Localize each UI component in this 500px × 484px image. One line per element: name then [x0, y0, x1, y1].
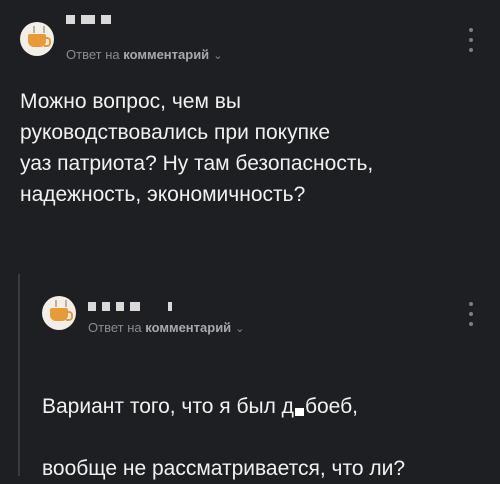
reply-text: Вариант того, что я был д боеб, вообще не… [42, 360, 482, 484]
reply-prefix: Ответ на [66, 47, 120, 62]
steam-icon [55, 300, 67, 307]
reply-text-line2: вообще не рассматривается, что ли? [42, 457, 406, 480]
reply-to-link[interactable]: Ответ на комментарий ⌄ [66, 47, 222, 62]
reply-prefix: Ответ на [88, 320, 142, 335]
reply-target: комментарий [145, 320, 232, 335]
more-vertical-icon[interactable] [466, 302, 476, 326]
avatar[interactable] [20, 22, 54, 56]
reply-text-line1-before: Вариант того, что я был д [42, 395, 294, 418]
comment-text: Можно вопрос, чем вы руководствовались п… [20, 90, 374, 206]
username-redacted[interactable] [66, 15, 111, 24]
reply-target: комментарий [123, 47, 210, 62]
reply-text-line1-after: боеб, [304, 395, 358, 418]
reply-comment-item: Ответ на комментарий ⌄ Вариант того, что … [0, 274, 500, 480]
avatar[interactable] [42, 296, 76, 330]
reply-to-link[interactable]: Ответ на комментарий ⌄ [88, 320, 244, 335]
chevron-down-icon: ⌄ [235, 323, 245, 335]
more-vertical-icon[interactable] [466, 28, 476, 52]
comment-item: Ответ на комментарий ⌄ Можно вопрос, чем … [0, 0, 500, 258]
steam-icon [33, 26, 45, 33]
coffee-cup-icon [50, 308, 73, 321]
censor-block [294, 408, 304, 416]
chevron-down-icon: ⌄ [213, 50, 223, 62]
username-redacted[interactable] [88, 302, 172, 311]
coffee-cup-icon [28, 34, 51, 47]
